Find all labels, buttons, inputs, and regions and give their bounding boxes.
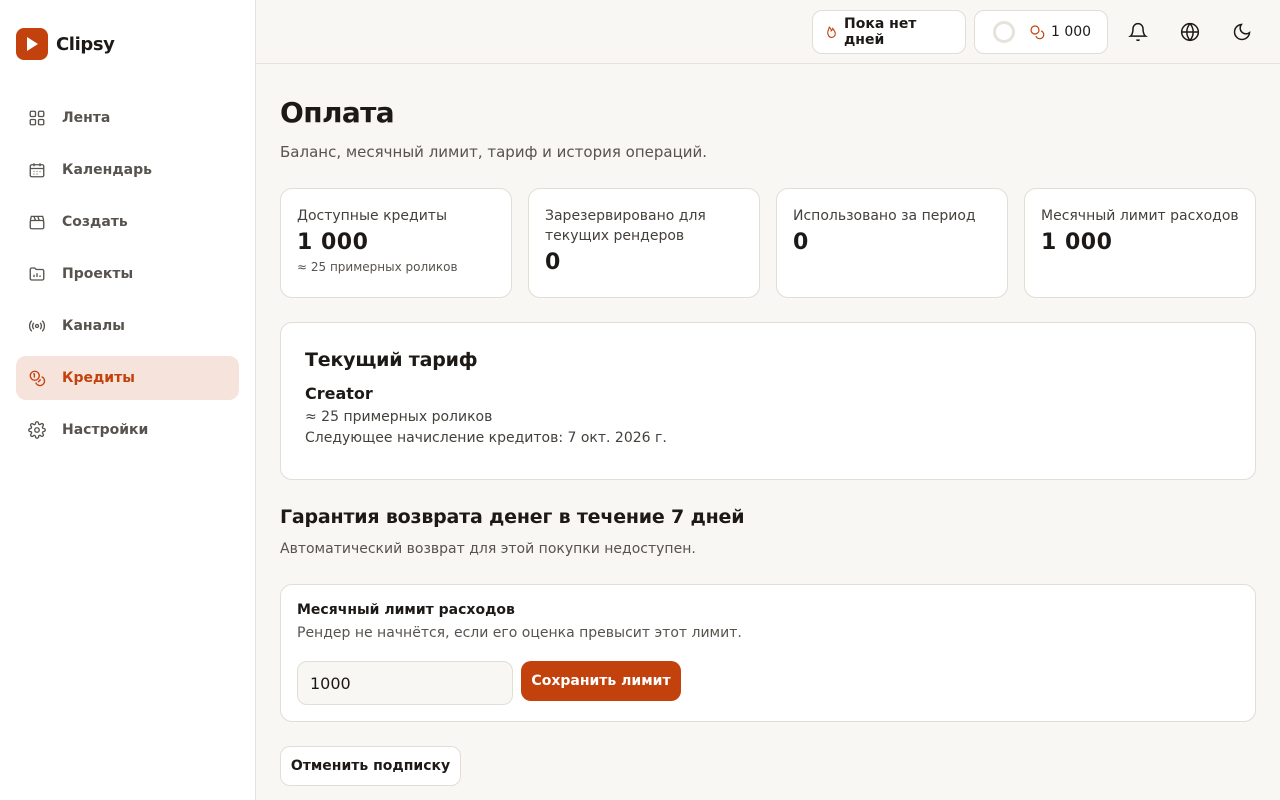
streak-label: Пока нет дней [843,16,917,48]
limit-description: Рендер не начнётся, если его оценка прев… [297,625,742,641]
sidebar-item-credits[interactable]: Кредиты [16,356,239,400]
credits-balance-button[interactable]: 1 000 [974,10,1108,54]
page-subtitle: Баланс, месячный лимит, тариф и история … [280,143,708,161]
gear-icon [28,421,46,439]
play-logo-icon [16,28,48,60]
plan-name: Creator [305,384,373,403]
cancel-subscription-button[interactable]: Отменить подписку [280,746,461,786]
sidebar-item-label: Настройки [62,422,149,438]
stat-card-used: Использовано за период 0 [776,188,1008,298]
sidebar: Clipsy Лента Календарь Создать Проекты К… [0,0,256,800]
current-plan-card: Текущий тариф Creator ≈ 25 примерных рол… [280,322,1256,480]
refund-title: Гарантия возврата денег в течение 7 дней [280,506,745,528]
sidebar-item-projects[interactable]: Проекты [16,252,239,296]
stat-label: Месячный лимит расходов [1041,208,1239,224]
coins-icon [1030,25,1045,40]
brand[interactable]: Clipsy [16,28,115,60]
limit-input[interactable] [297,661,513,705]
sidebar-item-feed[interactable]: Лента [16,96,239,140]
bell-icon [1128,22,1148,42]
sidebar-nav: Лента Календарь Создать Проекты Каналы К… [16,96,239,460]
sidebar-item-label: Создать [62,214,128,230]
stat-label: Зарезервировано для текущих рендеров [545,208,706,244]
grid-icon [29,110,45,126]
save-limit-button[interactable]: Сохранить лимит [521,661,681,701]
stat-card-reserved: Зарезервировано для текущих рендеров 0 [528,188,760,298]
brand-name: Clipsy [56,33,115,55]
stat-label: Доступные кредиты [297,208,448,224]
sidebar-item-calendar[interactable]: Календарь [16,148,239,192]
moon-icon [1233,23,1251,41]
top-header: Пока нет дней 1 000 [256,0,1280,64]
stat-value: 0 [545,250,561,275]
flame-icon [827,26,836,38]
stat-value: 0 [793,230,809,255]
globe-icon [1180,22,1200,42]
plan-estimate: ≈ 25 примерных роликов [305,409,493,425]
broadcast-icon [28,320,46,332]
progress-ring [993,21,1015,43]
theme-toggle-button[interactable] [1226,16,1258,48]
stat-note: ≈ 25 примерных роликов [297,260,458,274]
stat-value: 1 000 [297,230,369,255]
sidebar-item-label: Лента [62,110,111,126]
clapperboard-icon [29,215,45,230]
sidebar-item-channels[interactable]: Каналы [16,304,239,348]
folder-chart-icon [29,267,45,281]
limit-title: Месячный лимит расходов [297,602,515,618]
refund-note: Автоматический возврат для этой покупки … [280,541,696,557]
sidebar-item-label: Календарь [62,162,152,178]
sidebar-item-label: Проекты [62,266,134,282]
sidebar-item-label: Кредиты [62,370,135,386]
language-button[interactable] [1174,16,1206,48]
stat-value: 1 000 [1041,230,1113,255]
page-title: Оплата [280,96,395,129]
coins-icon [29,370,46,387]
credits-value: 1 000 [1051,24,1092,40]
stat-card-available: Доступные кредиты 1 000 ≈ 25 примерных р… [280,188,512,298]
sidebar-item-label: Каналы [62,318,125,334]
sidebar-item-settings[interactable]: Настройки [16,408,239,452]
calendar-icon [29,163,45,178]
notifications-button[interactable] [1122,16,1154,48]
stat-card-monthly-limit: Месячный лимит расходов 1 000 [1024,188,1256,298]
streak-button[interactable]: Пока нет дней [812,10,966,54]
sidebar-item-create[interactable]: Создать [16,200,239,244]
plan-next-credit: Следующее начисление кредитов: 7 окт. 20… [305,430,667,446]
spending-limit-card: Месячный лимит расходов Рендер не начнёт… [280,584,1256,722]
stat-label: Использовано за период [793,208,976,224]
plan-title: Текущий тариф [305,349,478,371]
